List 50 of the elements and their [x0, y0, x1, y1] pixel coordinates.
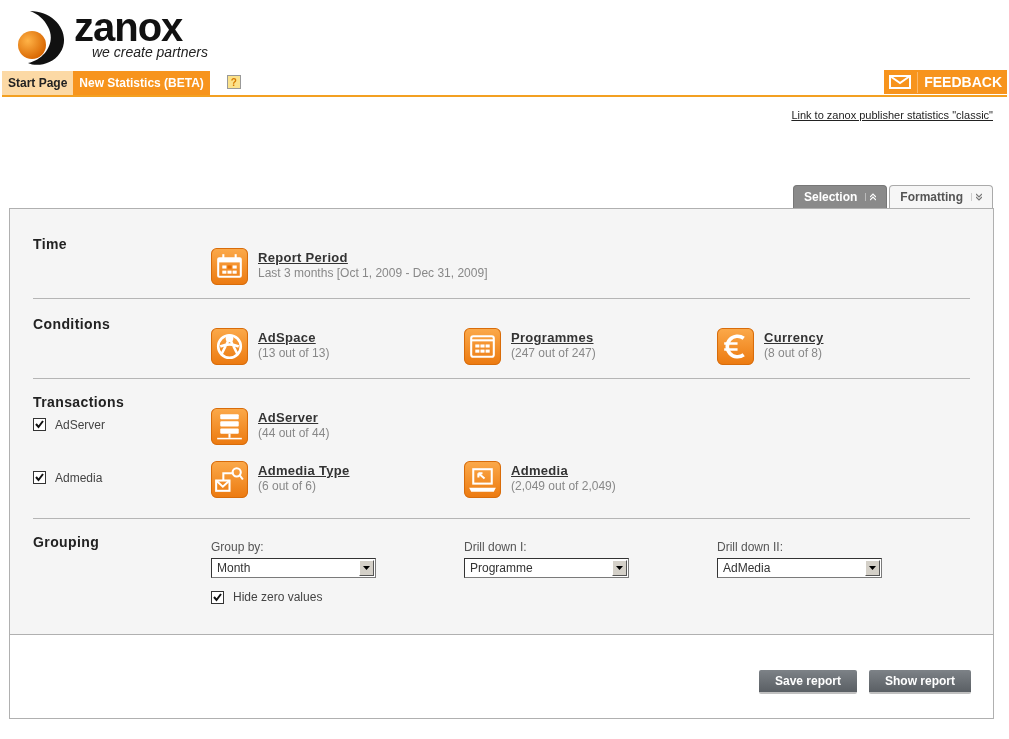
- filter-link[interactable]: Admedia: [511, 463, 568, 478]
- checkbox-label: AdServer: [55, 416, 106, 434]
- section-title: Transactions: [33, 394, 125, 410]
- filter-summary: (6 out of 6): [258, 478, 317, 494]
- checkbox[interactable]: [33, 471, 46, 484]
- checkbox[interactable]: [211, 590, 224, 604]
- server-icon: [211, 408, 248, 445]
- section-title: Conditions: [33, 316, 111, 332]
- envelope-icon: [889, 75, 912, 89]
- dropdown[interactable]: Month: [211, 558, 376, 578]
- nav-tab[interactable]: Start Page: [2, 71, 74, 95]
- checkmark-icon: [35, 420, 44, 429]
- filter-link[interactable]: AdSpace: [258, 330, 316, 345]
- filter-summary: (2,049 out of 2,049): [511, 478, 616, 494]
- section-title: Time: [33, 236, 68, 252]
- dropdown[interactable]: Programme: [464, 558, 629, 578]
- checkbox[interactable]: [33, 418, 46, 431]
- globe-icon: [211, 328, 248, 365]
- grid-window-icon: [464, 328, 501, 365]
- dropdown-label: Drill down I:: [464, 539, 527, 556]
- checkbox-label: Hide zero values: [233, 589, 323, 606]
- filter-link[interactable]: Programmes: [511, 330, 594, 345]
- filter-summary: (44 out of 44): [258, 425, 330, 441]
- chevron-up-icon: [870, 193, 877, 201]
- filter-link[interactable]: AdServer: [258, 410, 319, 425]
- classic-statistics-link[interactable]: Link to zanox publisher statistics "classic": [791, 107, 993, 185]
- panel-tab[interactable]: Formatting: [889, 185, 993, 208]
- filter-summary: (8 out of 8): [764, 345, 823, 361]
- filter-summary: (13 out of 13): [258, 345, 330, 361]
- dropdown-label: Drill down II:: [717, 539, 784, 556]
- filter-link[interactable]: Currency: [764, 330, 824, 345]
- report-button[interactable]: Show report: [869, 670, 971, 694]
- laptop-icon: [464, 461, 501, 498]
- chevron-down-icon: [976, 193, 982, 201]
- filter-summary: (247 out of 247): [511, 345, 596, 361]
- envelope-magnifier-icon: [211, 461, 248, 498]
- filter-link[interactable]: Report Period: [258, 250, 348, 265]
- dropdown[interactable]: AdMedia: [717, 558, 882, 578]
- checkmark-icon: [213, 592, 222, 602]
- filter-summary: Last 3 months [Oct 1, 2009 - Dec 31, 2009]: [258, 265, 488, 281]
- logo-tagline: we create partners: [92, 45, 208, 59]
- dropdown-label: Group by:: [211, 539, 264, 556]
- calendar-icon: [211, 248, 248, 285]
- euro-icon: [717, 328, 754, 365]
- logo-wordmark: zanox: [74, 9, 183, 45]
- section-title: Grouping: [33, 534, 100, 550]
- checkbox-label: Admedia: [55, 469, 103, 487]
- report-button[interactable]: Save report: [758, 670, 857, 694]
- checkmark-icon: [35, 473, 44, 482]
- filter-link[interactable]: Admedia Type: [258, 463, 350, 478]
